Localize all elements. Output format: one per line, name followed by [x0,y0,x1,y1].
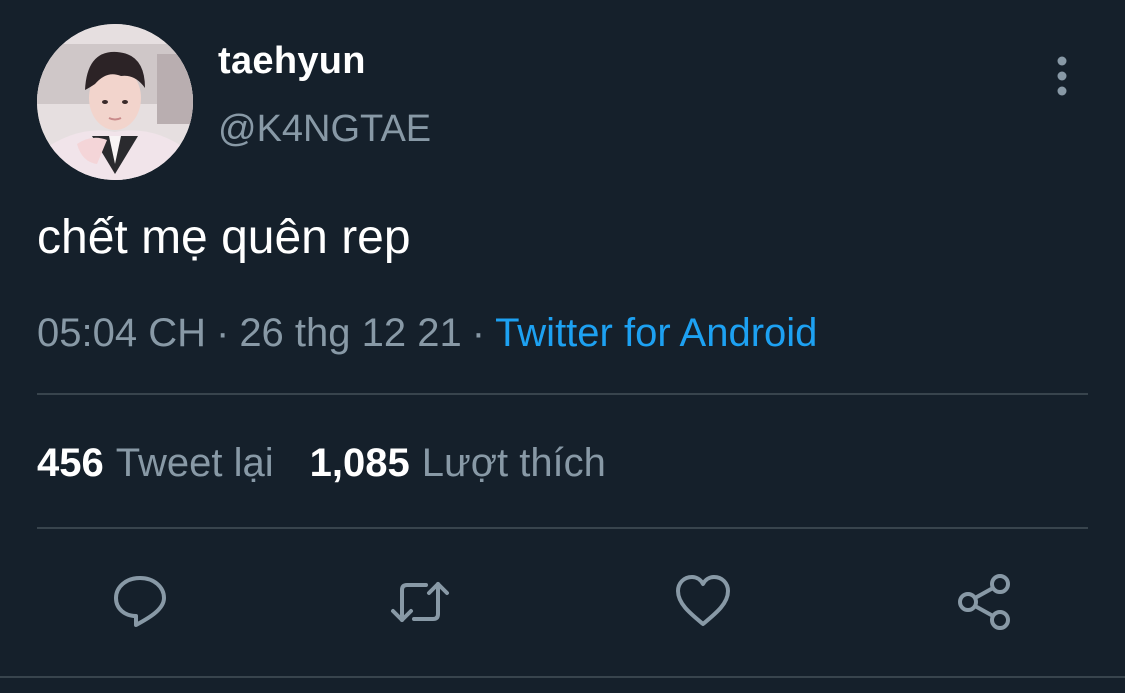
like-button[interactable] [673,572,733,632]
source-link[interactable]: Twitter for Android [495,311,817,355]
tweet-date[interactable]: 26 thg 12 21 [239,311,461,355]
retweets-label: Tweet lại [115,441,274,485]
tweet-time[interactable]: 05:04 CH [37,311,206,355]
meta-separator: · [471,311,486,355]
tweet-stats: 456 Tweet lại 1,085 Lượt thích [37,441,606,486]
retweet-button[interactable] [390,572,450,632]
reply-icon [114,576,166,627]
share-button[interactable] [955,572,1015,632]
divider [37,393,1088,395]
more-vertical-icon [1057,56,1067,96]
divider [0,676,1125,678]
meta-separator: · [215,311,230,355]
reply-button[interactable] [110,572,170,632]
likes-count: 1,085 [309,441,410,485]
user-handle[interactable]: @K4NGTAE [218,108,431,151]
divider [37,527,1088,529]
tweet-text: chết mẹ quên rep [37,211,411,264]
avatar[interactable] [37,24,193,180]
share-icon [958,574,1010,630]
retweets-stat[interactable]: 456 Tweet lại [37,441,274,485]
tweet-detail: taehyun @K4NGTAE chết mẹ quên rep 05:04 … [0,0,1125,693]
retweet-icon [391,582,449,622]
tweet-meta: 05:04 CH · 26 thg 12 21 · Twitter for Androi… [37,311,817,356]
likes-stat[interactable]: 1,085 Lượt thích [310,441,606,485]
retweets-count: 456 [37,441,104,485]
more-options-button[interactable] [1040,52,1084,100]
heart-icon [676,575,730,626]
avatar-photo [37,24,193,180]
display-name[interactable]: taehyun [218,40,366,83]
likes-label: Lượt thích [421,441,606,485]
